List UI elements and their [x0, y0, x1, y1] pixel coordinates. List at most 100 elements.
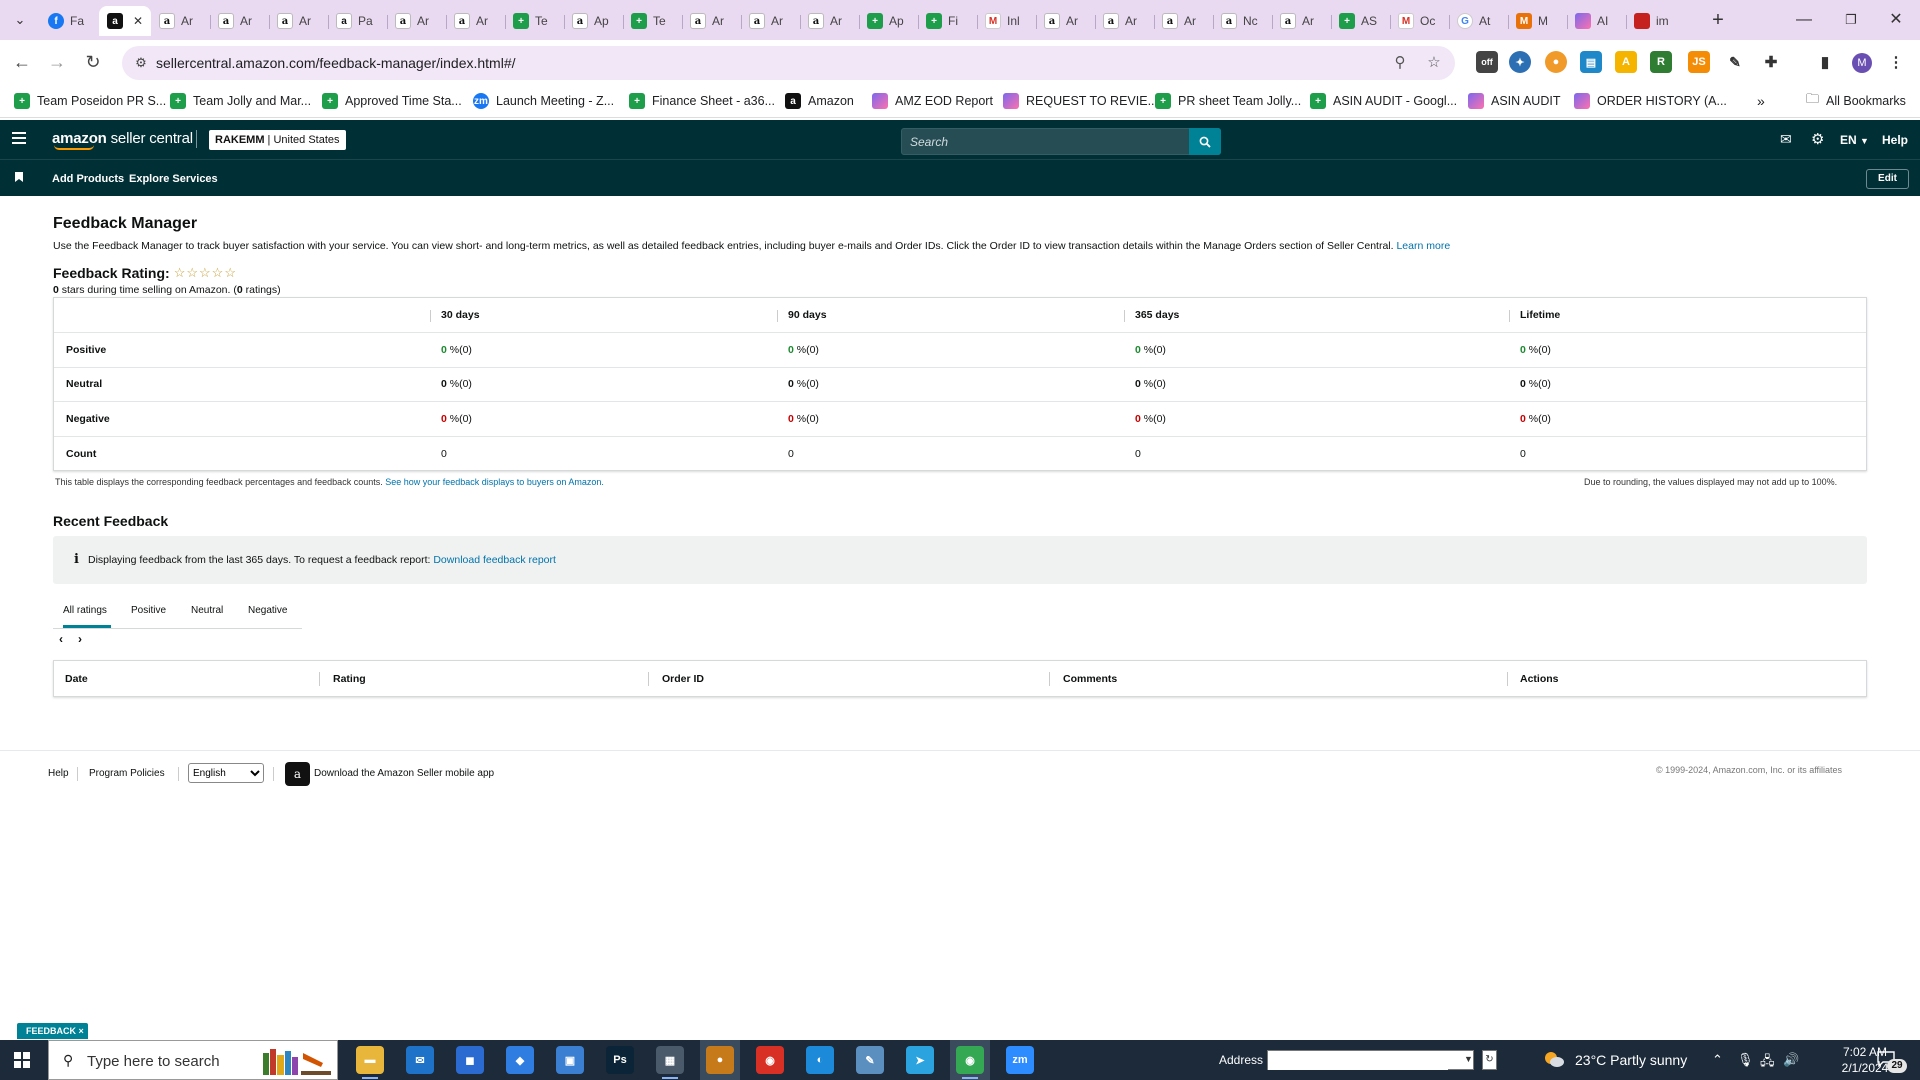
network-icon[interactable]: 🖧 — [1760, 1052, 1775, 1074]
buyer-display-link[interactable]: See how your feedback displays to buyers… — [385, 477, 604, 487]
browser-tab[interactable]: a Ar — [1154, 6, 1213, 36]
extension-off-icon[interactable]: off — [1476, 51, 1498, 73]
browser-tab[interactable]: a Ar — [682, 6, 741, 36]
browser-tab[interactable]: a Ar — [387, 6, 446, 36]
bookmark-item[interactable]: ORDER HISTORY (A... — [1574, 91, 1727, 111]
tab-positive[interactable]: Positive — [131, 605, 166, 616]
help-link[interactable]: Help — [1882, 133, 1908, 147]
address-bar[interactable]: ⚙ sellercentral.amazon.com/feedback-mana… — [122, 46, 1455, 80]
taskbar-search-input[interactable] — [87, 1051, 287, 1071]
chrome-profile-icon[interactable]: ◉ — [956, 1046, 984, 1079]
bookmark-item[interactable]: + PR sheet Team Jolly... — [1155, 91, 1301, 111]
bookmark-item[interactable]: + Finance Sheet - a36... — [629, 91, 775, 111]
language-selector[interactable]: EN ▼ — [1840, 133, 1869, 147]
browser-tab[interactable]: a Ar — [1036, 6, 1095, 36]
browser-tab[interactable]: a Ar — [269, 6, 328, 36]
back-icon[interactable]: ← — [10, 50, 34, 74]
side-panel-icon[interactable]: ▮ — [1814, 51, 1836, 73]
browser-tab[interactable]: AI — [1567, 6, 1626, 36]
calculator-icon[interactable]: ▦ — [656, 1046, 684, 1079]
download-app-link[interactable]: Download the Amazon Seller mobile app — [314, 768, 494, 779]
bookmark-item[interactable]: + ASIN AUDIT - Googl... — [1310, 91, 1457, 111]
media-icon[interactable]: ● — [706, 1046, 734, 1074]
weather-text[interactable]: 23°C Partly sunny — [1575, 1052, 1687, 1068]
bookmark-item[interactable]: a Amazon — [785, 91, 854, 111]
browser-tab[interactable]: f Fa — [40, 6, 99, 36]
windows-start-icon[interactable] — [14, 1052, 30, 1068]
col-rating[interactable]: Rating — [333, 673, 366, 685]
chrome-icon[interactable]: ◉ — [756, 1046, 784, 1074]
new-tab-icon[interactable]: + — [1706, 8, 1730, 32]
notifications-icon[interactable]: 29 — [1877, 1051, 1907, 1073]
next-page-icon[interactable]: › — [78, 632, 82, 646]
browser-tab-active[interactable]: a ✕ — [99, 6, 151, 36]
browser-tab[interactable]: a Ar — [1095, 6, 1154, 36]
notes-icon[interactable]: ✎ — [856, 1046, 884, 1074]
volume-icon[interactable]: 🔊 — [1783, 1052, 1799, 1068]
bookmark-item[interactable]: ASIN AUDIT — [1468, 91, 1560, 111]
explore-services-link[interactable]: Explore Services — [129, 173, 218, 185]
bookmark-item[interactable]: + Team Jolly and Mar... — [170, 91, 311, 111]
minimize-icon[interactable]: — — [1784, 8, 1824, 32]
browser-tab[interactable]: a Ar — [1272, 6, 1331, 36]
address-go-icon[interactable]: ↻ — [1482, 1050, 1497, 1070]
browser-tab[interactable]: M Oc — [1390, 6, 1449, 36]
add-products-link[interactable]: Add Products — [52, 173, 124, 185]
learn-more-link[interactable]: Learn more — [1396, 240, 1450, 252]
close-tab-icon[interactable]: ✕ — [133, 14, 143, 28]
mail-icon[interactable]: ✉ — [406, 1046, 434, 1074]
microphone-icon[interactable]: 🎙 — [1737, 1052, 1754, 1068]
file-explorer-icon[interactable]: ▬ — [356, 1046, 384, 1079]
edge-icon[interactable]: ◐ — [806, 1046, 834, 1074]
browser-tab[interactable]: MM — [1508, 6, 1567, 36]
browser-tab[interactable]: a Ar — [151, 6, 210, 36]
footer-language-select[interactable]: English — [188, 763, 264, 783]
feedback-widget-tab[interactable]: FEEDBACK × — [17, 1023, 88, 1039]
close-window-icon[interactable]: ✕ — [1876, 8, 1916, 32]
bookmark-icon[interactable] — [15, 172, 23, 182]
download-report-link[interactable]: Download feedback report — [433, 554, 556, 566]
browser-tab[interactable]: + Te — [505, 6, 564, 36]
bookmark-item[interactable]: + Approved Time Sta... — [322, 91, 462, 111]
extension-globe-icon[interactable]: ✦ — [1509, 51, 1531, 73]
url-text[interactable]: sellercentral.amazon.com/feedback-manage… — [156, 55, 516, 71]
browser-tab[interactable]: a Ar — [210, 6, 269, 36]
tab-neutral[interactable]: Neutral — [191, 605, 223, 616]
browser-tab[interactable]: M Inl — [977, 6, 1036, 36]
prev-page-icon[interactable]: ‹ — [59, 632, 63, 646]
extension-orange-icon[interactable]: ● — [1545, 51, 1567, 73]
all-bookmarks-folder[interactable]: 🗀 All Bookmarks — [1806, 91, 1906, 111]
photoshop-icon[interactable]: Ps — [606, 1046, 634, 1074]
restore-icon[interactable]: ❐ — [1831, 8, 1871, 32]
col-date[interactable]: Date — [65, 673, 88, 685]
browser-tab[interactable]: + Fi — [918, 6, 977, 36]
col-order-id[interactable]: Order ID — [662, 673, 704, 685]
menu-kebab-icon[interactable]: ⋮ — [1885, 51, 1907, 73]
extension-js-icon[interactable]: JS — [1688, 51, 1710, 73]
seller-central-logo[interactable]: amazon seller central — [52, 130, 193, 150]
site-info-icon[interactable]: ⚙ — [132, 54, 150, 72]
extension-a-icon[interactable]: A — [1615, 51, 1637, 73]
bookmark-item[interactable]: REQUEST TO REVIE... — [1003, 91, 1158, 111]
browser-tab[interactable]: a Ap — [564, 6, 623, 36]
browser-tab[interactable]: a Ar — [446, 6, 505, 36]
address-toolbar-input[interactable] — [1268, 1052, 1448, 1070]
extensions-puzzle-icon[interactable]: ✚ — [1760, 51, 1782, 73]
tab-negative[interactable]: Negative — [248, 605, 287, 616]
browser-tab[interactable]: + Ap — [859, 6, 918, 36]
settings-gear-icon[interactable]: ⚙ — [1811, 130, 1824, 148]
store-icon[interactable]: ◼ — [456, 1046, 484, 1074]
app-icon[interactable]: ▣ — [556, 1046, 584, 1074]
bookmark-item[interactable]: + Team Poseidon PR S... — [14, 91, 166, 111]
seller-app-icon[interactable]: a — [285, 762, 310, 786]
forward-icon[interactable]: → — [45, 50, 69, 74]
zoom-icon[interactable]: zm — [1006, 1046, 1034, 1074]
bookmark-item[interactable]: AMZ EOD Report — [872, 91, 993, 111]
tab-search-icon[interactable]: ⌄ — [8, 8, 32, 32]
browser-tab[interactable]: + AS — [1331, 6, 1390, 36]
browser-tab[interactable]: im — [1626, 6, 1685, 36]
browser-tab[interactable]: G At — [1449, 6, 1508, 36]
footer-help-link[interactable]: Help — [48, 768, 69, 779]
search-button[interactable] — [1189, 128, 1221, 155]
browser-tab[interactable]: a Pa — [328, 6, 387, 36]
